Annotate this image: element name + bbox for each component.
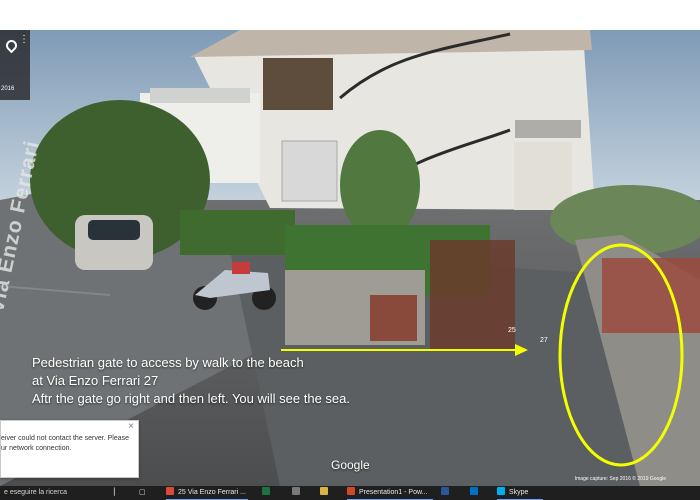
taskbar-app-powerpoint[interactable]: Presentation1 - Pow... bbox=[347, 487, 433, 500]
car-window bbox=[88, 220, 140, 240]
windows-taskbar: e eseguire la ricerca ▏ ▢ 25 Via Enzo Fe… bbox=[0, 486, 700, 500]
tree-center bbox=[340, 130, 420, 240]
chrome-icon bbox=[166, 487, 174, 495]
skype-window-label: Skype bbox=[509, 489, 529, 496]
google-logo: Google bbox=[331, 458, 370, 472]
access-annotation: Pedestrian gate to access by walk to the… bbox=[32, 354, 350, 408]
vertical-dots-icon[interactable]: ⋮ bbox=[19, 35, 29, 45]
pedestrian-gate bbox=[430, 240, 515, 350]
annotation-line-3: Aftr the gate go right and then left. Yo… bbox=[32, 391, 350, 406]
capture-year: 2016 bbox=[1, 86, 15, 92]
powerpoint-window-label: Presentation1 - Pow... bbox=[359, 489, 428, 496]
annotation-line-1: Pedestrian gate to access by walk to the… bbox=[32, 355, 304, 370]
red-fence bbox=[602, 258, 700, 333]
taskbar-app-file-explorer[interactable] bbox=[320, 487, 334, 499]
taskbar-app-calculator[interactable] bbox=[292, 487, 306, 499]
doorway bbox=[514, 142, 572, 210]
excel-icon bbox=[262, 487, 270, 495]
window bbox=[263, 58, 333, 110]
calculator-icon bbox=[292, 487, 300, 495]
image-capture-info: Image capture: Sep 2016 © 2019 Google bbox=[574, 476, 666, 482]
error-message-line-2: ur network connection. bbox=[1, 445, 72, 452]
house-number-25: 25 bbox=[508, 327, 516, 334]
street-view-card[interactable]: ⋮ 2016 bbox=[0, 30, 30, 100]
skype-icon bbox=[497, 487, 505, 495]
hedge-left bbox=[180, 210, 295, 255]
taskbar-app-outlook[interactable] bbox=[470, 487, 484, 499]
chrome-window-label: 25 Via Enzo Ferrari ... bbox=[178, 489, 246, 496]
taskbar-app-chrome[interactable]: 25 Via Enzo Ferrari ... bbox=[166, 487, 248, 500]
powerpoint-icon bbox=[347, 487, 355, 495]
garage-shutter bbox=[281, 140, 338, 202]
scooter-red-panel bbox=[232, 262, 250, 274]
taskbar-app-excel[interactable] bbox=[262, 487, 276, 499]
building-balcony bbox=[150, 88, 250, 103]
utility-box bbox=[370, 295, 417, 341]
microphone-icon[interactable]: ▏ bbox=[114, 489, 119, 497]
screenshot-page: 25 27 ⋮ 2016 Via Enzo Ferrari Pedestrian… bbox=[0, 0, 700, 500]
street-view-image[interactable]: 25 27 bbox=[0, 30, 700, 486]
taskbar-app-word[interactable] bbox=[441, 487, 455, 499]
street-view-panel[interactable]: 25 27 ⋮ 2016 Via Enzo Ferrari Pedestrian… bbox=[0, 30, 700, 486]
outlook-icon bbox=[470, 487, 478, 495]
close-icon[interactable]: × bbox=[128, 422, 134, 432]
word-icon bbox=[441, 487, 449, 495]
connection-error-dialog: × eiver could not contact the server. Pl… bbox=[0, 420, 139, 478]
house-number-27: 27 bbox=[540, 337, 548, 344]
annotation-line-2: at Via Enzo Ferrari 27 bbox=[32, 373, 159, 388]
task-view-icon[interactable]: ▢ bbox=[139, 489, 146, 497]
shade bbox=[515, 120, 581, 138]
file-explorer-icon bbox=[320, 487, 328, 495]
map-pin-icon[interactable] bbox=[3, 37, 20, 54]
error-message-line-1: eiver could not contact the server. Plea… bbox=[1, 435, 130, 442]
taskbar-search-box[interactable]: e eseguire la ricerca bbox=[0, 486, 108, 500]
taskbar-app-skype[interactable]: Skype bbox=[497, 487, 543, 500]
